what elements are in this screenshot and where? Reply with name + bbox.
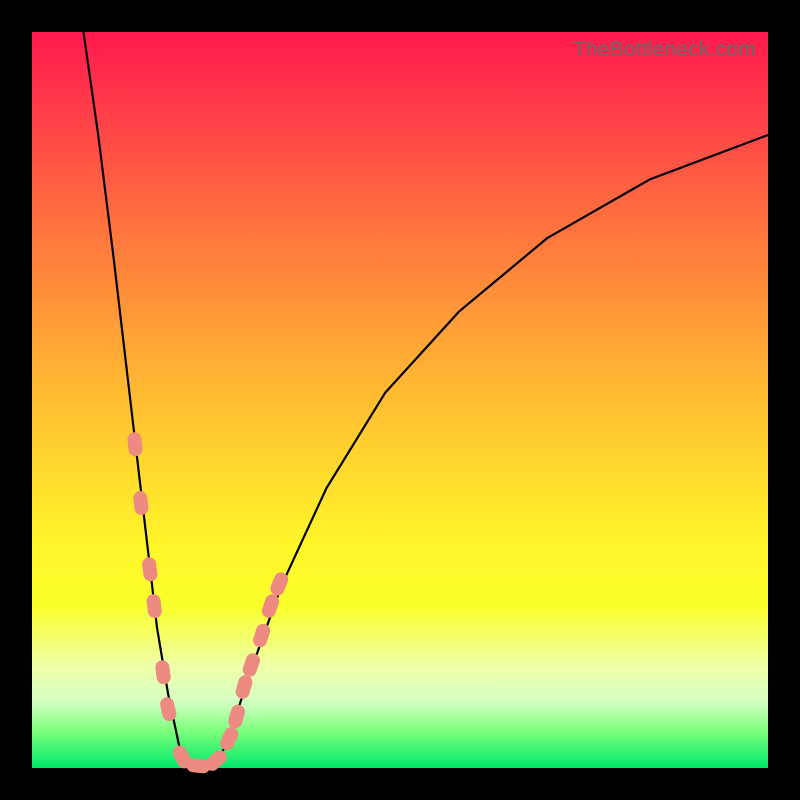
chart-svg [32,32,768,768]
marker-pill [127,432,143,457]
curve-right-branch [216,135,768,768]
curve-group [84,32,769,768]
plot-area: TheBottleneck.com [32,32,768,768]
marker-pill [218,725,241,753]
marker-pill [251,622,272,649]
marker-pill [234,674,254,701]
marker-pill [227,703,247,730]
marker-pill [133,490,150,515]
marker-pill [154,659,171,685]
marker-pill [141,557,158,583]
marker-pill [146,593,163,619]
marker-pill [241,651,262,678]
curve-left-branch [84,32,187,768]
marker-pill [159,696,178,722]
marker-group [127,432,290,774]
outer-frame: TheBottleneck.com [0,0,800,800]
